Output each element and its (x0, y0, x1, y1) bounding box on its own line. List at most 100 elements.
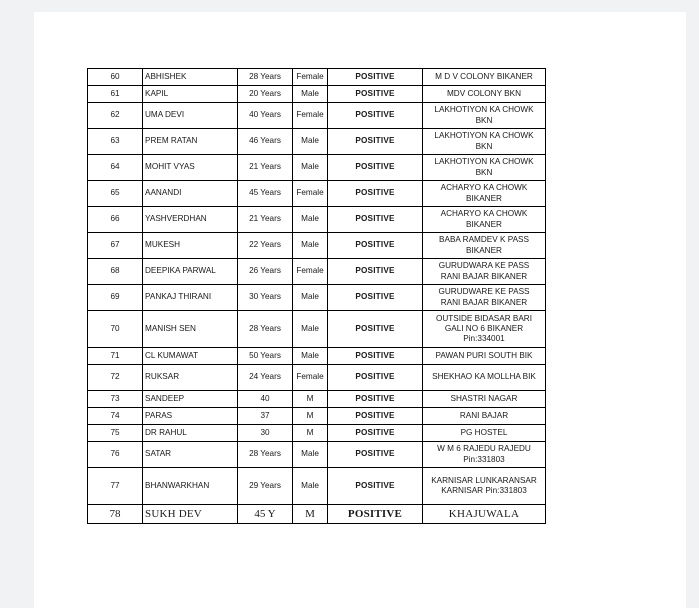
table-row: 74 PARAS 37 M POSITIVE RANI BAJAR (87, 407, 546, 425)
address-line: SHASTRI NAGAR (450, 393, 518, 403)
table-row: 77 BHANWARKHAN 29 Years Male POSITIVE KARNISA… (87, 467, 546, 505)
table-row: 69 PANKAJ THIRANI 30 Years Male POSITIVE GURU… (87, 284, 546, 311)
cell-address: ACHARYO KA CHOWK BIKANER (422, 180, 546, 207)
cell-sex: Male (292, 441, 328, 468)
cell-age: 40 Years (237, 102, 293, 129)
cell-sex: Male (292, 310, 328, 348)
address-line: Pin:331803 (463, 454, 505, 464)
cell-age: 29 Years (237, 467, 293, 505)
cell-test-result: POSITIVE (327, 310, 423, 348)
cases-table-body: 60 ABHISHEK 28 Years Female POSITIVE M D V CO… (87, 68, 546, 524)
cell-sex: M (292, 424, 328, 442)
cell-patient-name: KAPIL (142, 85, 238, 103)
table-row: 68 DEEPIKA PARWAL 26 Years Female POSITIVE GU… (87, 258, 546, 285)
address-line: LAKHOTIYON KA CHOWK (434, 131, 534, 141)
cell-serial-number: 61 (87, 85, 143, 103)
cell-serial-number: 62 (87, 102, 143, 129)
cell-age: 46 Years (237, 128, 293, 155)
cell-test-result: POSITIVE (327, 102, 423, 129)
cell-patient-name: MUKESH (142, 232, 238, 259)
cell-age: 26 Years (237, 258, 293, 285)
cell-sex: Male (292, 467, 328, 505)
address-line: LAKHOTIYON KA CHOWK (434, 157, 534, 167)
cell-sex: Female (292, 364, 328, 391)
cell-address: LAKHOTIYON KA CHOWK BKN (422, 128, 546, 155)
address-line: KARNISAR LUNKARANSAR (431, 475, 537, 485)
cell-sex: M (292, 407, 328, 425)
cell-age: 21 Years (237, 154, 293, 181)
cell-test-result: POSITIVE (327, 85, 423, 103)
cell-age: 28 Years (237, 441, 293, 468)
cell-patient-name: PREM RATAN (142, 128, 238, 155)
cell-patient-name: PANKAJ THIRANI (142, 284, 238, 311)
cell-age: 45 Years (237, 180, 293, 207)
cell-patient-name: CL KUMAWAT (142, 347, 238, 365)
table-row: 66 YASHVERDHAN 21 Years Male POSITIVE ACHARYO… (87, 206, 546, 233)
cell-sex: Male (292, 128, 328, 155)
address-line: GURUDWARE KE PASS (438, 287, 530, 297)
table-row: 76 SATAR 28 Years Male POSITIVE W M 6 RAJEDU … (87, 441, 546, 468)
cell-test-result: POSITIVE (327, 467, 423, 505)
cell-address: GURUDWARA KE PASS RANI BAJAR BIKANER (422, 258, 546, 285)
cell-sex: Male (292, 232, 328, 259)
cell-age: 21 Years (237, 206, 293, 233)
cell-test-result: POSITIVE (327, 232, 423, 259)
cell-test-result: POSITIVE (327, 68, 423, 86)
cell-address: KHAJUWALA (422, 504, 546, 524)
cell-serial-number: 71 (87, 347, 143, 365)
cell-age: 45 Y (237, 504, 293, 524)
cell-patient-name: BHANWARKHAN (142, 467, 238, 505)
cell-address: SHASTRI NAGAR (422, 390, 546, 408)
cell-age: 50 Years (237, 347, 293, 365)
cell-test-result: POSITIVE (327, 284, 423, 311)
cell-sex: Female (292, 180, 328, 207)
table-row: 62 UMA DEVI 40 Years Female POSITIVE LAKHOTIY… (87, 102, 546, 129)
cell-age: 20 Years (237, 85, 293, 103)
table-row: 75 DR RAHUL 30 M POSITIVE PG HOSTEL (87, 424, 546, 442)
table-row: 64 MOHIT VYAS 21 Years Male POSITIVE LAKHOTIY… (87, 154, 546, 181)
cell-sex: Male (292, 284, 328, 311)
positive-cases-table: 60 ABHISHEK 28 Years Female POSITIVE M D V CO… (87, 68, 546, 524)
cell-patient-name: SANDEEP (142, 390, 238, 408)
cell-age: 30 (237, 424, 293, 442)
cell-patient-name: UMA DEVI (142, 102, 238, 129)
cell-sex: M (292, 504, 328, 524)
cell-serial-number: 75 (87, 424, 143, 442)
address-line: KARNISAR Pin:331803 (441, 486, 527, 495)
cases-table-container: 60 ABHISHEK 28 Years Female POSITIVE M D V CO… (87, 68, 546, 524)
address-line: BIKANER (466, 193, 502, 203)
cell-age: 37 (237, 407, 293, 425)
cell-patient-name: PARAS (142, 407, 238, 425)
cell-patient-name: ABHISHEK (142, 68, 238, 86)
address-line: ACHARYO KA CHOWK (440, 183, 528, 193)
cell-address: PAWAN PURI SOUTH BIK (422, 347, 546, 365)
cell-patient-name: RUKSAR (142, 364, 238, 391)
table-row: 72 RUKSAR 24 Years Female POSITIVE SHEKHAO KA… (87, 364, 546, 391)
table-row: 78 SUKH DEV 45 Y M POSITIVE KHAJUWALA (87, 504, 546, 524)
cell-sex: Male (292, 154, 328, 181)
cell-serial-number: 66 (87, 206, 143, 233)
cell-age: 30 Years (237, 284, 293, 311)
cell-address: LAKHOTIYON KA CHOWK BKN (422, 102, 546, 129)
cell-address: MDV COLONY BKN (422, 85, 546, 103)
cell-test-result: POSITIVE (327, 407, 423, 425)
cell-address: W M 6 RAJEDU RAJEDU Pin:331803 (422, 441, 546, 468)
cell-age: 22 Years (237, 232, 293, 259)
cell-patient-name: SATAR (142, 441, 238, 468)
address-line: BKN (475, 115, 493, 125)
cell-sex: Male (292, 347, 328, 365)
address-line: GURUDWARA KE PASS (438, 261, 530, 271)
cell-address: LAKHOTIYON KA CHOWK BKN (422, 154, 546, 181)
cell-address: BABA RAMDEV K PASS BIKANER (422, 232, 546, 259)
cell-patient-name: SUKH DEV (142, 504, 238, 524)
table-row: 65 AANANDI 45 Years Female POSITIVE ACHARYO K… (87, 180, 546, 207)
cell-address: ACHARYO KA CHOWK BIKANER (422, 206, 546, 233)
table-row: 73 SANDEEP 40 M POSITIVE SHASTRI NAGAR (87, 390, 546, 408)
address-line: RANI BAJAR (459, 410, 509, 420)
table-row: 61 KAPIL 20 Years Male POSITIVE MDV COLONY BK… (87, 85, 546, 103)
cell-patient-name: MOHIT VYAS (142, 154, 238, 181)
address-line: PAWAN PURI SOUTH BIK (435, 350, 533, 360)
cell-test-result: POSITIVE (327, 258, 423, 285)
cell-serial-number: 63 (87, 128, 143, 155)
cell-sex: Female (292, 68, 328, 86)
